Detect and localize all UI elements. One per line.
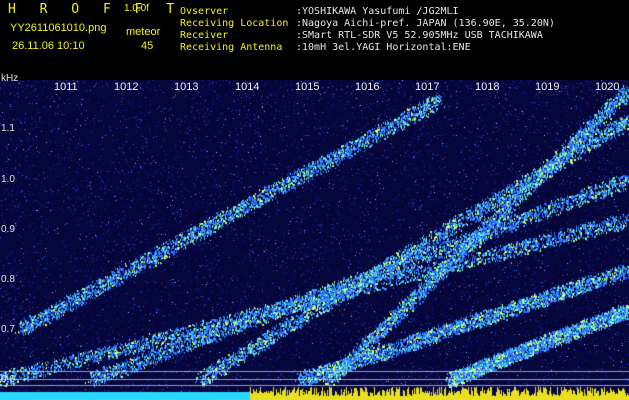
meteor-count: 45 — [141, 40, 154, 52]
info-val-location: :Nagoya Aichi-pref. JAPAN (136.90E, 35.2… — [296, 18, 555, 29]
info-val-receiver: :SMart RTL-SDR V5 52.905MHz USB TACHIKAW… — [296, 30, 543, 41]
info-val-antenna: :10mH 3el.YAGI Horizontal:ENE — [296, 42, 471, 53]
filename: YY2611061010.png — [10, 22, 107, 34]
x-tick-label: 1018 — [475, 81, 500, 93]
app-version: 1.0.0f — [124, 3, 150, 14]
x-tick-label: 1019 — [535, 81, 560, 93]
y-tick-label: 0.7 — [1, 324, 15, 335]
y-tick-label: 0.8 — [1, 274, 15, 285]
x-tick-label: 1013 — [174, 81, 199, 93]
info-key-location: Receiving Location — [180, 18, 289, 29]
y-tick-label: 1.0 — [1, 174, 15, 185]
info-key-receiver: Receiver — [180, 30, 229, 41]
x-tick-label: 1015 — [295, 81, 320, 93]
info-val-observer: :YOSHIKAWA Yasufumi /JG2MLI — [296, 6, 459, 17]
header-panel: H R O F F T 1.0.0f YY2611061010.png mete… — [0, 0, 629, 80]
x-tick-label: 1020 — [595, 81, 620, 93]
x-tick-label: 1012 — [114, 81, 139, 93]
y-axis-unit: kHz — [1, 73, 19, 84]
meteor-label: meteor — [126, 26, 161, 38]
app-brand: H R O F F T — [8, 2, 183, 17]
x-tick-label: 1011 — [54, 81, 78, 93]
info-key-observer: Ovserver — [180, 6, 229, 17]
y-tick-label: 0.9 — [1, 224, 15, 235]
spectrogram-canvas — [0, 80, 629, 400]
y-tick-label: 0.6 — [1, 374, 15, 385]
x-tick-label: 1016 — [355, 81, 380, 93]
x-tick-label: 1017 — [415, 81, 440, 93]
datetime: 26.11.06 10:10 — [12, 40, 85, 52]
x-tick-label: 1014 — [235, 81, 260, 93]
info-key-antenna: Receiving Antenna — [180, 42, 283, 53]
y-tick-label: 1.1 — [1, 123, 15, 134]
